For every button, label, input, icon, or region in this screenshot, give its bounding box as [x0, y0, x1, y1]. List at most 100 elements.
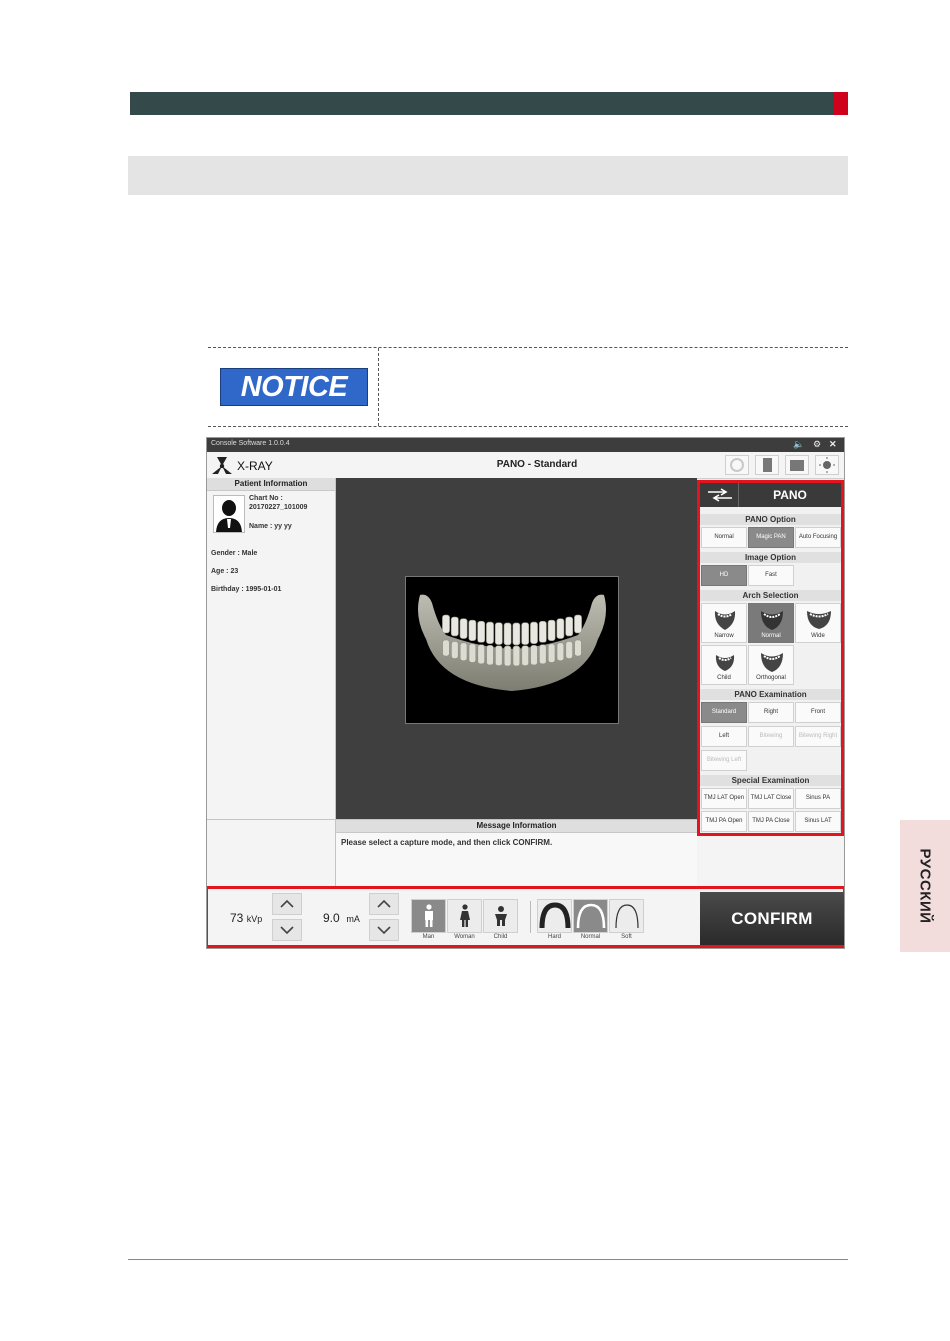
gear-icon[interactable]: ⚙	[813, 439, 821, 450]
exam-bitewing[interactable]: Bitewing	[748, 726, 794, 747]
normal-density-icon	[576, 903, 605, 929]
hard-arch-icon	[539, 902, 570, 929]
special-tmj-pa-open[interactable]: TMJ PA Open	[701, 811, 747, 832]
lower-tooth	[565, 641, 573, 659]
exam-right[interactable]: Right	[748, 702, 794, 723]
lower-tooth	[547, 643, 556, 663]
arch-child-button[interactable]: Child	[701, 645, 747, 685]
narrow-arch-icon	[714, 611, 736, 630]
patient-gender: Gender : Male	[211, 550, 258, 557]
density-hard-button[interactable]	[537, 899, 572, 933]
notice-label: NOTICE	[240, 370, 348, 403]
volume-icon[interactable]: 🔈	[793, 439, 804, 450]
arch-selection-title: Arch Selection	[700, 590, 841, 601]
arch-wide-button[interactable]: Wide	[795, 603, 841, 643]
arch-normal-label: Normal	[761, 633, 781, 639]
exam-bitewing-right[interactable]: Bitewing Right	[795, 726, 841, 747]
language-side-tab: РУССКИЙ	[900, 820, 950, 952]
special-tmj-lat-open[interactable]: TMJ LAT Open	[701, 788, 747, 809]
ma-down-button[interactable]	[369, 919, 399, 941]
patient-information-panel: Patient Information Chart No : 20170227_…	[207, 478, 336, 821]
pano-option-normal[interactable]: Normal	[701, 527, 747, 548]
pano-option-magic-pan[interactable]: Magic PAN	[748, 527, 794, 548]
special-tmj-lat-close[interactable]: TMJ LAT Close	[748, 788, 794, 809]
ma-up-button[interactable]	[369, 893, 399, 915]
upper-tooth	[556, 618, 565, 639]
swap-arrows-icon[interactable]	[706, 488, 734, 502]
image-option-hd[interactable]: HD	[701, 565, 747, 586]
exposure-off-button[interactable]	[725, 455, 749, 475]
lower-tooth	[521, 645, 529, 666]
ma-unit: mA	[346, 914, 360, 924]
man-icon	[424, 904, 433, 927]
upper-tooth	[503, 622, 512, 646]
avatar	[213, 495, 245, 533]
lower-tooth	[451, 641, 459, 659]
exam-standard[interactable]: Standard	[701, 702, 747, 723]
lower-tooth	[512, 645, 521, 667]
patient-woman-label: Woman	[454, 934, 475, 940]
message-text: Please select a capture mode, and then c…	[341, 838, 553, 847]
exam-bitewing-left[interactable]: Bitewing Left	[701, 750, 747, 771]
density-normal-button[interactable]	[573, 899, 608, 933]
special-sinus-pa[interactable]: Sinus PA	[795, 788, 841, 809]
language-label: РУССКИЙ	[916, 848, 934, 924]
capture-mode-title: PANO - Standard	[496, 459, 578, 470]
kvp-unit: kVp	[246, 914, 263, 924]
message-information-panel: Message Information Please select a capt…	[336, 819, 697, 888]
kvp-value: 73	[230, 911, 244, 925]
exam-front[interactable]: Front	[795, 702, 841, 723]
upper-tooth	[468, 619, 477, 641]
arch-narrow-button[interactable]: Narrow	[701, 603, 747, 643]
exam-left[interactable]: Left	[701, 726, 747, 747]
kvp-down-button[interactable]	[272, 919, 302, 941]
child-icon	[494, 906, 507, 926]
upper-tooth	[512, 622, 521, 646]
patient-woman-button[interactable]	[447, 899, 482, 933]
lower-tooth	[574, 639, 582, 657]
upper-tooth	[547, 619, 556, 641]
patient-birthday: Birthday : 1995-01-01	[211, 586, 282, 593]
lower-tooth	[477, 644, 485, 665]
woman-icon	[459, 904, 470, 927]
upper-tooth	[538, 620, 547, 643]
image-option-fast[interactable]: Fast	[748, 565, 794, 586]
patient-name: Name : yy yy	[249, 523, 292, 530]
app-name: X-RAY	[237, 459, 273, 473]
capture-options-panel: PANO PANO Option Normal Magic PAN Auto F…	[697, 480, 844, 836]
patient-man-button[interactable]	[411, 899, 446, 933]
patient-child-button[interactable]	[483, 899, 518, 933]
special-tmj-pa-close[interactable]: TMJ PA Close	[748, 811, 794, 832]
special-sinus-lat[interactable]: Sinus LAT	[795, 811, 841, 832]
screen-button[interactable]	[785, 455, 809, 475]
lower-tooth	[495, 645, 503, 666]
upper-tooth	[459, 618, 468, 639]
lower-tooth	[442, 639, 450, 657]
special-examination-title: Special Examination	[700, 775, 841, 786]
confirm-button[interactable]: CONFIRM	[700, 892, 844, 945]
chart-no-value: 20170227_101009	[249, 504, 308, 511]
window-title: Console Software 1.0.0.4	[211, 440, 290, 447]
arch-normal-button[interactable]: Normal	[748, 603, 794, 643]
upper-tooth	[494, 622, 503, 645]
kvp-up-button[interactable]	[272, 893, 302, 915]
arch-orthogonal-button[interactable]: Orthogonal	[748, 645, 794, 685]
chevron-up-icon	[377, 899, 391, 908]
wide-arch-icon	[807, 611, 831, 629]
panoramic-jaw-image	[405, 576, 619, 724]
laser-button[interactable]	[815, 455, 839, 475]
section-title-bar	[128, 156, 848, 195]
arch-orthogonal-label: Orthogonal	[756, 675, 786, 681]
chevron-down-icon	[377, 926, 391, 935]
title-bar: Console Software 1.0.0.4 🔈 ⚙ ✕	[207, 438, 844, 452]
chapter-header-accent	[833, 92, 848, 115]
pano-option-auto-focusing[interactable]: Auto Focusing	[795, 527, 841, 548]
density-soft-button[interactable]	[609, 899, 644, 933]
door-button[interactable]	[755, 455, 779, 475]
chapter-header-bar	[130, 92, 833, 115]
chart-no-label: Chart No :	[249, 495, 283, 502]
arch-narrow-label: Narrow	[714, 633, 734, 639]
mode-label: PANO	[738, 483, 841, 507]
console-software-window: Console Software 1.0.0.4 🔈 ⚙ ✕ X-RAY PAN…	[206, 437, 845, 949]
close-icon[interactable]: ✕	[829, 439, 837, 450]
